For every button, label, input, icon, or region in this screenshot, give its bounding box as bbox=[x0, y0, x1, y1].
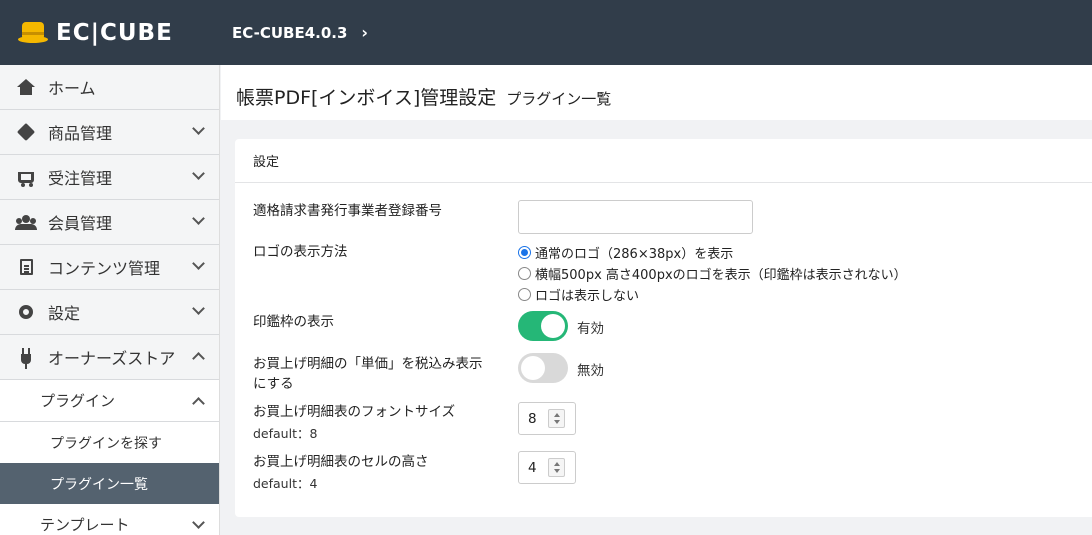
cell-height-value: 4 bbox=[528, 459, 537, 476]
sidebar-item-contents[interactable]: コンテンツ管理 bbox=[0, 245, 219, 290]
users-icon bbox=[15, 213, 37, 231]
font-size-input[interactable]: 8 bbox=[518, 402, 576, 435]
sidebar-subitem-plugin[interactable]: プラグイン bbox=[0, 380, 219, 422]
sidebar-item-products[interactable]: 商品管理 bbox=[0, 110, 219, 155]
chevron-down-icon bbox=[192, 167, 205, 180]
sidebar-item-label: 商品管理 bbox=[48, 124, 113, 143]
font-size-label: お買上げ明細表のフォントサイズ default：8 bbox=[253, 402, 455, 444]
page-subtitle: プラグイン一覧 bbox=[506, 90, 612, 108]
sidebar-item-label: 受注管理 bbox=[48, 169, 113, 188]
tax-included-state: 無効 bbox=[577, 363, 604, 379]
chevron-up-icon bbox=[192, 352, 205, 365]
sidebar-item-label: 設定 bbox=[48, 304, 81, 323]
font-size-label-text: お買上げ明細表のフォントサイズ bbox=[253, 404, 456, 420]
chevron-down-icon bbox=[192, 257, 205, 270]
registration-number-label: 適格請求書発行事業者登録番号 bbox=[253, 203, 442, 219]
radio-label: 横幅500px 高さ400pxのロゴを表示（印鑑枠は表示されない） bbox=[535, 268, 907, 283]
logo-display-label: ロゴの表示方法 bbox=[253, 244, 348, 260]
spinner-icon[interactable] bbox=[548, 458, 565, 477]
sidebar-item-owners-store[interactable]: オーナーズストア bbox=[0, 335, 219, 380]
sidebar-link-plugin-list[interactable]: プラグイン一覧 bbox=[0, 463, 219, 504]
tax-included-label: お買上げ明細の「単価」を税込み表示にする bbox=[253, 356, 483, 392]
chevron-up-icon bbox=[192, 397, 205, 410]
logo-text: EC|CUBE bbox=[56, 19, 173, 46]
chevron-down-icon bbox=[192, 212, 205, 225]
spinner-icon[interactable] bbox=[548, 409, 565, 428]
shop-version-link[interactable]: EC-CUBE4.0.3 › bbox=[232, 23, 368, 42]
chevron-down-icon bbox=[192, 122, 205, 135]
card-header: 設定 bbox=[235, 139, 1092, 183]
cell-height-label-text: お買上げ明細表のセルの高さ bbox=[253, 454, 429, 470]
radio-unchecked[interactable] bbox=[518, 267, 531, 280]
gear-icon bbox=[16, 303, 36, 321]
stamp-frame-state: 有効 bbox=[577, 321, 604, 337]
radio-checked[interactable] bbox=[518, 246, 531, 259]
sidebar-link-plugin-search[interactable]: プラグインを探す bbox=[0, 422, 219, 463]
chevron-down-icon bbox=[192, 516, 205, 529]
file-icon bbox=[16, 258, 36, 276]
sidebar-item-customers[interactable]: 会員管理 bbox=[0, 200, 219, 245]
cart-icon bbox=[16, 168, 36, 187]
box-icon bbox=[16, 122, 36, 142]
sidebar-link-label: プラグインを探す bbox=[50, 435, 162, 452]
logo-option-none[interactable]: ロゴは表示しない bbox=[518, 285, 639, 304]
chevron-down-icon bbox=[192, 302, 205, 315]
sidebar-subitem-label: テンプレート bbox=[40, 516, 130, 534]
stamp-frame-label: 印鑑枠の表示 bbox=[253, 314, 334, 330]
radio-unchecked[interactable] bbox=[518, 288, 531, 301]
sidebar: ホーム 商品管理 受注管理 会員管理 コンテンツ管理 設定 オーナーズストア プ… bbox=[0, 65, 220, 535]
page-header: 帳票PDF[インボイス]管理設定 プラグイン一覧 bbox=[221, 65, 1092, 120]
sidebar-item-orders[interactable]: 受注管理 bbox=[0, 155, 219, 200]
stamp-frame-toggle[interactable] bbox=[518, 311, 568, 341]
top-bar: EC|CUBE EC-CUBE4.0.3 › bbox=[0, 0, 1092, 65]
cell-height-input[interactable]: 4 bbox=[518, 451, 576, 484]
sidebar-item-label: コンテンツ管理 bbox=[48, 259, 161, 278]
hat-logo-icon bbox=[18, 20, 50, 46]
sidebar-subitem-template[interactable]: テンプレート bbox=[0, 504, 219, 535]
radio-label: 通常のロゴ（286×38px）を表示 bbox=[535, 247, 734, 262]
logo-option-large[interactable]: 横幅500px 高さ400pxのロゴを表示（印鑑枠は表示されない） bbox=[518, 264, 907, 283]
chevron-right-icon: › bbox=[361, 23, 368, 42]
version-label: EC-CUBE4.0.3 bbox=[232, 23, 348, 42]
font-size-default: default：8 bbox=[253, 426, 318, 441]
radio-label: ロゴは表示しない bbox=[535, 289, 640, 304]
sidebar-item-label: ホーム bbox=[48, 79, 96, 98]
settings-card: 設定 適格請求書発行事業者登録番号 ロゴの表示方法 通常のロゴ（286×38px… bbox=[235, 139, 1092, 517]
home-icon bbox=[16, 78, 36, 96]
page-title: 帳票PDF[インボイス]管理設定 bbox=[236, 87, 497, 109]
sidebar-link-label: プラグイン一覧 bbox=[50, 476, 148, 493]
font-size-value: 8 bbox=[528, 410, 537, 427]
plug-icon bbox=[16, 348, 36, 369]
sidebar-item-label: オーナーズストア bbox=[48, 349, 176, 368]
cell-height-default: default：4 bbox=[253, 476, 318, 491]
logo-option-normal[interactable]: 通常のロゴ（286×38px）を表示 bbox=[518, 243, 733, 262]
registration-number-input[interactable] bbox=[518, 200, 753, 234]
sidebar-item-home[interactable]: ホーム bbox=[0, 65, 219, 110]
sidebar-subitem-label: プラグイン bbox=[40, 392, 116, 410]
sidebar-item-label: 会員管理 bbox=[48, 214, 113, 233]
cell-height-label: お買上げ明細表のセルの高さ default：4 bbox=[253, 452, 429, 494]
sidebar-item-settings[interactable]: 設定 bbox=[0, 290, 219, 335]
ec-cube-logo[interactable]: EC|CUBE bbox=[18, 20, 218, 46]
tax-included-toggle[interactable] bbox=[518, 353, 568, 383]
